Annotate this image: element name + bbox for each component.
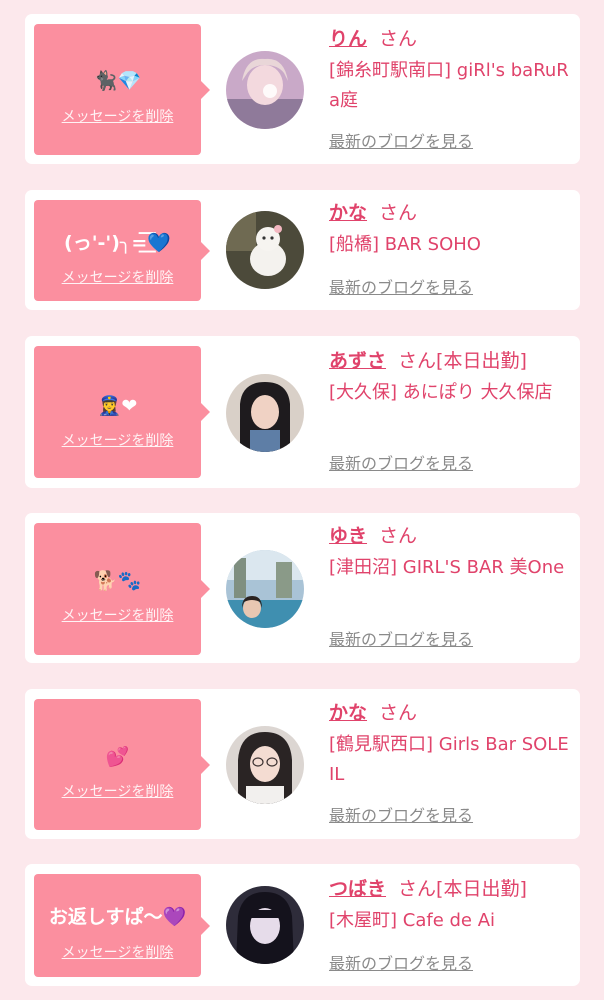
latest-blog-link[interactable]: 最新のブログを見る bbox=[329, 954, 473, 974]
avatar[interactable] bbox=[226, 211, 304, 289]
message-card: 👮‍♀️❤ メッセージを削除 あずさ さん[本日出勤] [大久保] あにぽり 大久… bbox=[25, 336, 580, 488]
profile-photo-image bbox=[226, 550, 304, 628]
attendance-status: [本日出勤] bbox=[436, 350, 527, 372]
message-card: 💕 メッセージを削除 かな さん [鶴見駅西口] Girls Bar SOLEIL… bbox=[25, 689, 580, 839]
latest-blog-link[interactable]: 最新のブログを見る bbox=[329, 630, 473, 650]
name-row: りん さん bbox=[329, 26, 574, 52]
avatar[interactable] bbox=[226, 886, 304, 964]
shop-name: [鶴見駅西口] Girls Bar SOLEIL bbox=[329, 734, 569, 785]
message-bubble: (っ'-')╮=͟͟͞͞💙 メッセージを削除 bbox=[34, 200, 210, 301]
cast-name-link[interactable]: りん bbox=[329, 28, 367, 50]
message-bubble: 💕 メッセージを削除 bbox=[34, 699, 210, 830]
message-card: (っ'-')╮=͟͟͞͞💙 メッセージを削除 かな さん [船橋] BAR SOH… bbox=[25, 190, 580, 310]
honorific: さん bbox=[379, 525, 418, 547]
latest-blog-link[interactable]: 最新のブログを見る bbox=[329, 454, 473, 474]
name-row: つばき さん[本日出勤] bbox=[329, 876, 574, 902]
latest-blog-link[interactable]: 最新のブログを見る bbox=[329, 132, 473, 152]
shop-name: [大久保] あにぽり 大久保店 bbox=[329, 382, 553, 403]
shop-name: [木屋町] Cafe de Ai bbox=[329, 910, 496, 931]
delete-message-link[interactable]: メッセージを削除 bbox=[34, 269, 201, 287]
profile-photo-image bbox=[226, 886, 304, 964]
card-info: つばき さん[本日出勤] [木屋町] Cafe de Ai bbox=[329, 876, 574, 936]
card-info: りん さん [錦糸町駅南口] giRl's baRuRa庭 bbox=[329, 26, 574, 116]
cast-name-link[interactable]: つばき bbox=[329, 878, 386, 900]
message-text: お返しすぱ〜💜 bbox=[48, 906, 187, 928]
name-row: あずさ さん[本日出勤] bbox=[329, 348, 574, 374]
honorific: さん bbox=[379, 202, 418, 224]
cast-name-link[interactable]: かな bbox=[329, 702, 367, 724]
message-card: お返しすぱ〜💜 メッセージを削除 つばき さん[本日出勤] [木屋町] Cafe … bbox=[25, 864, 580, 986]
profile-photo-image bbox=[226, 211, 304, 289]
profile-photo-image bbox=[226, 374, 304, 452]
delete-message-link[interactable]: メッセージを削除 bbox=[34, 783, 201, 801]
cast-name-link[interactable]: かな bbox=[329, 202, 367, 224]
message-list: 🐈‍⬛💎 メッセージを削除 りん さん [錦糸町駅南口] giRl's baRuR… bbox=[0, 0, 604, 1000]
delete-message-link[interactable]: メッセージを削除 bbox=[34, 432, 201, 450]
card-info: かな さん [船橋] BAR SOHO bbox=[329, 200, 574, 260]
message-card: 🐕🐾 メッセージを削除 ゆき さん [津田沼] GIRL'S BAR 美One 最… bbox=[25, 513, 580, 663]
profile-photo-image bbox=[226, 726, 304, 804]
name-row: かな さん bbox=[329, 200, 574, 226]
avatar[interactable] bbox=[226, 51, 304, 129]
avatar[interactable] bbox=[226, 374, 304, 452]
latest-blog-link[interactable]: 最新のブログを見る bbox=[329, 278, 473, 298]
honorific: さん bbox=[379, 702, 418, 724]
shop-name: [船橋] BAR SOHO bbox=[329, 234, 481, 255]
name-row: ゆき さん bbox=[329, 523, 574, 549]
message-text: 🐈‍⬛💎 bbox=[93, 70, 142, 92]
avatar[interactable] bbox=[226, 550, 304, 628]
honorific: さん bbox=[398, 878, 437, 900]
message-text: 🐕🐾 bbox=[93, 570, 142, 592]
card-info: かな さん [鶴見駅西口] Girls Bar SOLEIL bbox=[329, 700, 574, 790]
message-text: 👮‍♀️❤ bbox=[97, 395, 138, 417]
delete-message-link[interactable]: メッセージを削除 bbox=[34, 607, 201, 625]
card-info: あずさ さん[本日出勤] [大久保] あにぽり 大久保店 bbox=[329, 348, 574, 408]
message-card: 🐈‍⬛💎 メッセージを削除 りん さん [錦糸町駅南口] giRl's baRuR… bbox=[25, 14, 580, 164]
message-bubble: 👮‍♀️❤ メッセージを削除 bbox=[34, 346, 210, 478]
honorific: さん bbox=[398, 350, 437, 372]
message-bubble: お返しすぱ〜💜 メッセージを削除 bbox=[34, 874, 210, 977]
latest-blog-link[interactable]: 最新のブログを見る bbox=[329, 806, 473, 826]
message-text: (っ'-')╮=͟͟͞͞💙 bbox=[64, 232, 171, 254]
attendance-status: [本日出勤] bbox=[436, 878, 527, 900]
delete-message-link[interactable]: メッセージを削除 bbox=[34, 108, 201, 126]
message-bubble: 🐈‍⬛💎 メッセージを削除 bbox=[34, 24, 210, 155]
avatar[interactable] bbox=[226, 726, 304, 804]
name-row: かな さん bbox=[329, 700, 574, 726]
honorific: さん bbox=[379, 28, 418, 50]
message-text: 💕 bbox=[105, 746, 130, 768]
card-info: ゆき さん [津田沼] GIRL'S BAR 美One bbox=[329, 523, 574, 583]
shop-name: [津田沼] GIRL'S BAR 美One bbox=[329, 557, 565, 578]
message-bubble: 🐕🐾 メッセージを削除 bbox=[34, 523, 210, 655]
shop-name: [錦糸町駅南口] giRl's baRuRa庭 bbox=[329, 60, 569, 111]
cast-name-link[interactable]: ゆき bbox=[329, 525, 367, 547]
profile-photo-image bbox=[226, 51, 304, 129]
delete-message-link[interactable]: メッセージを削除 bbox=[34, 944, 201, 962]
cast-name-link[interactable]: あずさ bbox=[329, 350, 386, 372]
